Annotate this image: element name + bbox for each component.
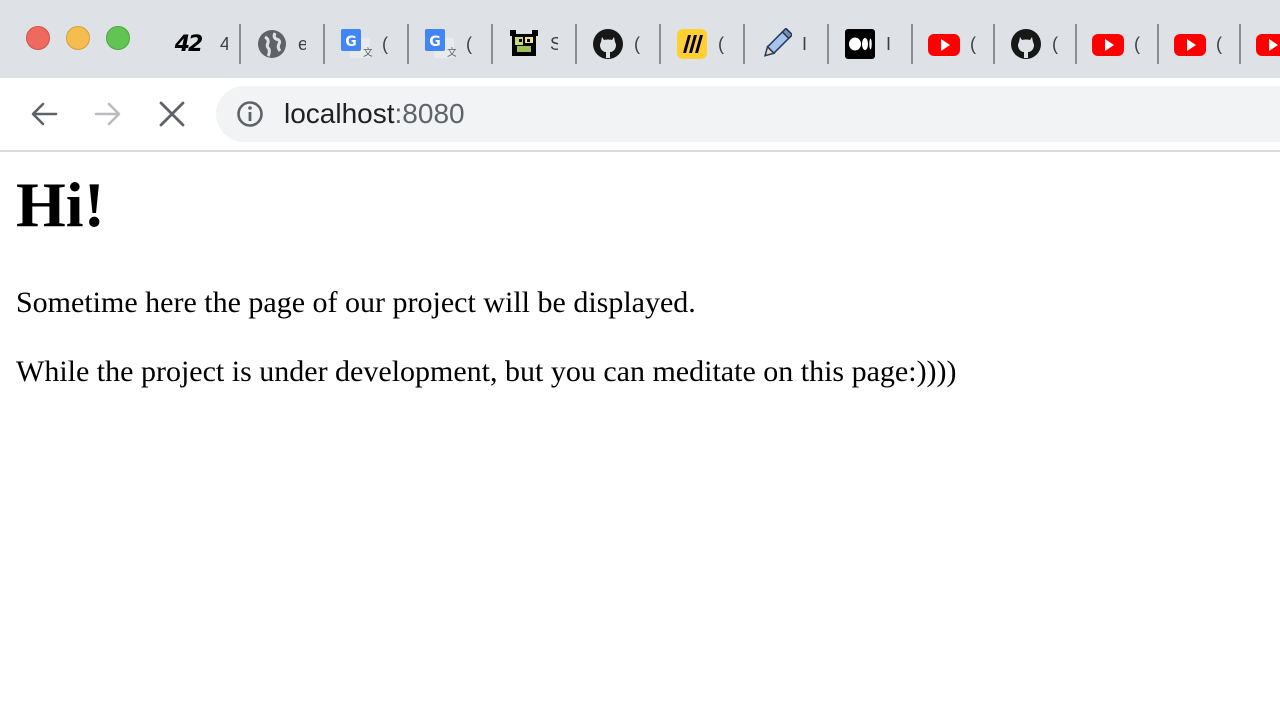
close-icon	[159, 101, 185, 127]
pencil-icon	[760, 28, 792, 60]
tab-title: I	[802, 34, 808, 54]
window-maximize-button[interactable]	[106, 26, 130, 50]
url-host: localhost	[284, 98, 395, 129]
tab-title: (	[466, 34, 472, 54]
tab-title: (	[970, 34, 976, 54]
tab-separator	[323, 24, 325, 64]
window-close-button[interactable]	[26, 26, 50, 50]
miro-icon	[676, 28, 708, 60]
url-text[interactable]: localhost:8080	[284, 98, 465, 130]
forward-button[interactable]	[84, 90, 132, 138]
tab-separator	[659, 24, 661, 64]
toolbar-divider	[0, 150, 1280, 152]
tab-title: (	[1134, 34, 1140, 54]
svg-text:文: 文	[447, 46, 456, 59]
svg-text:G: G	[345, 34, 357, 50]
arrow-left-icon	[31, 102, 58, 126]
tab-title: (	[718, 34, 724, 54]
tab-separator	[1157, 24, 1159, 64]
url-port: :8080	[394, 98, 465, 129]
youtube-icon	[928, 28, 960, 60]
tab-separator	[239, 24, 241, 64]
address-bar[interactable]: localhost:8080	[216, 86, 1280, 142]
42-logo-icon: 42	[174, 31, 204, 57]
youtube-icon	[1174, 28, 1206, 60]
tab-separator	[993, 24, 995, 64]
browser-toolbar: localhost:8080	[0, 78, 1280, 150]
tab-separator	[743, 24, 745, 64]
github-icon	[1010, 28, 1042, 60]
tab-title: (	[382, 34, 388, 54]
tab-title: e	[298, 34, 306, 54]
youtube-icon	[1092, 28, 1124, 60]
tab-separator	[1239, 24, 1241, 64]
svg-text:G: G	[429, 34, 441, 50]
tab-separator	[575, 24, 577, 64]
svg-text:文: 文	[363, 46, 372, 59]
status-paragraph: While the project is under development, …	[16, 355, 957, 388]
back-button[interactable]	[20, 90, 68, 138]
tab-title: I	[886, 34, 892, 54]
tab-title: (	[1052, 34, 1058, 54]
globe-icon	[256, 28, 288, 60]
pixel-character-icon	[508, 28, 540, 60]
tab-separator	[407, 24, 409, 64]
google-translate-icon: G文	[424, 28, 456, 60]
youtube-icon	[1256, 28, 1280, 60]
tab-title: (	[1216, 34, 1222, 54]
google-translate-icon: G文	[340, 28, 372, 60]
tab-title: S	[550, 34, 558, 54]
browser-tab[interactable]	[1256, 28, 1280, 60]
page-heading: Hi!	[16, 169, 105, 240]
tab-separator	[827, 24, 829, 64]
tab-separator	[1075, 24, 1077, 64]
window-minimize-button[interactable]	[66, 26, 90, 50]
intro-paragraph: Sometime here the page of our project wi…	[16, 286, 696, 319]
stop-loading-button[interactable]	[148, 90, 196, 138]
github-icon	[592, 28, 624, 60]
browser-tab-strip: 42 4 e G文 ( G文 ( S ((I I ((((	[0, 0, 1280, 78]
tab-title: (	[634, 34, 640, 54]
medium-icon	[844, 28, 876, 60]
tab-separator	[911, 24, 913, 64]
info-icon[interactable]	[236, 100, 264, 128]
arrow-right-icon	[94, 102, 121, 126]
tab-title: 4	[220, 34, 228, 54]
tab-separator	[491, 24, 493, 64]
